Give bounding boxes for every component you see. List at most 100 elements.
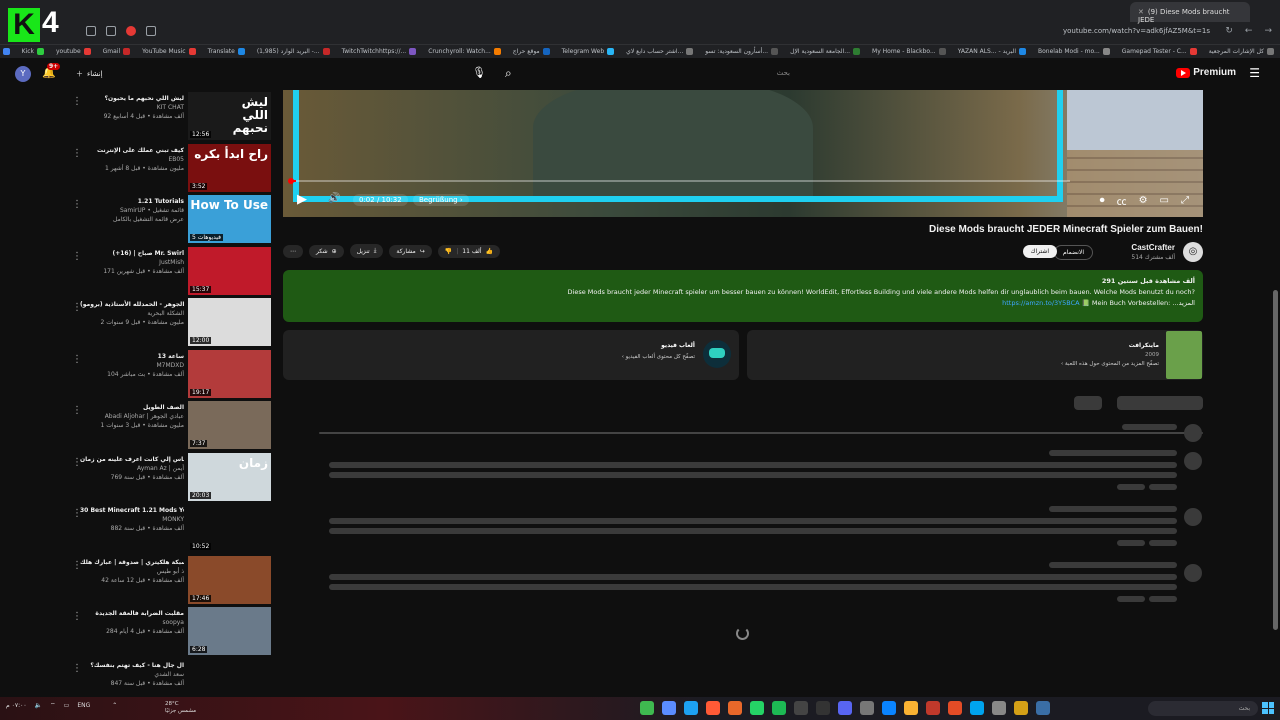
tab-active[interactable]: ✕ (9) Diese Mods braucht JEDE [1130, 2, 1250, 24]
bookmark-item[interactable]: TwitchTwitchhttps://... [342, 48, 417, 55]
more-options-icon[interactable]: ⋮ [72, 148, 82, 158]
progress-bar[interactable] [288, 178, 1070, 184]
related-thumbnail[interactable] [188, 658, 271, 690]
bookmark-item[interactable]: Gmail [103, 48, 131, 55]
clock[interactable]: ٠٧:٠٠ م [6, 702, 27, 709]
bookmark-item[interactable]: Google [0, 48, 10, 55]
related-thumbnail[interactable]: 10:52 [188, 504, 271, 552]
youtube-logo[interactable]: Premium [1176, 67, 1236, 78]
gaming-link[interactable]: ‹ تصفّح كل محتوى ألعاب الفيديو [622, 354, 695, 360]
wifi-icon[interactable]: ⌔ [50, 701, 56, 709]
related-thumbnail[interactable]: 6:28 [188, 607, 271, 655]
autoplay-toggle[interactable]: ⏺ [1100, 195, 1105, 206]
tab-workspaces-icon[interactable] [106, 26, 116, 36]
more-options-icon[interactable]: ⋮ [72, 663, 82, 673]
volume-icon[interactable]: 🔊 [328, 193, 340, 204]
weather-widget[interactable]: 28°C مشمس جزئيًا [165, 701, 196, 715]
create-button[interactable]: ＋ إنشاء [70, 66, 109, 82]
bookmark-item[interactable]: Bonelab Modi - mo... [1038, 48, 1110, 55]
taskbar-app-icon[interactable] [1036, 701, 1050, 715]
like-dislike-button[interactable]: 👎 | 11 ألف 👍 [437, 244, 501, 258]
channel-name[interactable]: CastCrafter [1131, 243, 1175, 252]
battery-icon[interactable]: ▭ [64, 702, 70, 709]
microphone-icon[interactable]: 🎙 [472, 66, 486, 79]
taskbar-app-icon[interactable] [794, 701, 808, 715]
related-thumbnail[interactable]: 12:00 [188, 298, 271, 346]
related-video-item[interactable]: ⋮ كيف تبني عملك على الإنترنت EB05 1 مليون م… [70, 142, 275, 194]
related-video-item[interactable]: ⋮ (+16) | صباح Mr. Swirl JustMish 171 ألف م… [70, 245, 275, 297]
related-thumbnail[interactable]: ليش اللي نحبهم 12:56 [188, 92, 271, 140]
more-options-icon[interactable]: ⋮ [72, 354, 82, 364]
more-options-icon[interactable]: ⋮ [72, 303, 82, 313]
related-video-item[interactable]: ⋮30 Best Minecraft 1.21 Mods You Need to… [70, 502, 275, 554]
related-thumbnail[interactable]: زمان 20:03 [188, 452, 271, 501]
chapter-button[interactable]: Begrüßung › [413, 194, 469, 206]
subtitles-icon[interactable]: ㏄ [1117, 193, 1127, 208]
bookmark-item[interactable]: YouTube Music [142, 48, 196, 55]
related-thumbnail[interactable]: 19:17 [188, 349, 271, 398]
description-box[interactable]: 291 ألف مشاهدة قبل سنتين Diese Mods brau… [283, 270, 1203, 322]
more-options-icon[interactable]: ⋮ [72, 560, 82, 570]
bookmark-item[interactable]: Crunchyroll: Watch... [428, 48, 501, 55]
bookmark-item[interactable]: Telegram Web [562, 48, 615, 55]
taskbar-app-icon[interactable] [838, 701, 852, 715]
thanks-button[interactable]: شكر ⊕ [309, 244, 344, 258]
taskbar-app-icon[interactable] [684, 701, 698, 715]
taskbar-search[interactable]: بحث [1148, 701, 1258, 716]
bookmark-item[interactable]: أسأرون السعودية: تسو... [705, 48, 779, 55]
related-video-item[interactable]: ⋮ ال جال هنا - كيف تهتم بنفسك؟ سعد الشدي 84… [70, 657, 275, 690]
bookmark-item[interactable]: (1,985) البريد الوارد -... [257, 48, 330, 55]
taskbar-app-icon[interactable] [948, 701, 962, 715]
settings-icon[interactable]: ⚙ [1139, 195, 1148, 206]
taskbar-app-icon[interactable] [816, 701, 830, 715]
miniplayer-icon[interactable]: ▭ [1160, 195, 1169, 206]
bookmark-item[interactable]: My Home - Blackbo... [872, 48, 946, 55]
play-button[interactable]: ▶ [297, 192, 307, 207]
back-icon[interactable]: ← [1245, 26, 1253, 36]
more-options-icon[interactable]: ⋮ [72, 509, 82, 519]
book-link[interactable]: https://amzn.to/3Y5BCA [1002, 299, 1080, 307]
close-tab-icon[interactable]: ✕ [1138, 8, 1144, 16]
taskbar-app-icon[interactable] [904, 701, 918, 715]
related-thumbnail[interactable]: 15:37 [188, 246, 271, 295]
dislike-icon[interactable]: 👎 [445, 248, 452, 255]
page-scrollbar[interactable] [1273, 290, 1278, 630]
related-video-item[interactable]: ⋮ الصف الطويل Abadi Aljohar | عبادي الجوهر… [70, 399, 275, 451]
related-thumbnail[interactable]: How To Use 5 فيديوهات [188, 195, 271, 243]
more-actions-button[interactable]: ⋯ [283, 244, 303, 258]
language-indicator[interactable]: ENG [77, 702, 90, 709]
related-video-item[interactable]: ⋮ 1.21 Tutorials SamirUP • قائمة تشغيل عرض … [70, 193, 275, 245]
bookmark-item[interactable]: Translate [208, 48, 245, 55]
related-thumbnail[interactable]: 17:46 [188, 555, 271, 604]
notifications-icon[interactable]: 🔔 9+ [42, 63, 61, 79]
game-link[interactable]: ‹ تصفّح المزيد من المحتوى حول هذه اللعبة [1061, 361, 1159, 367]
related-video-item[interactable]: ⋮ 13 ساعة M7MDXD 104 ألف مشاهدة • بث مباشر 1… [70, 348, 275, 400]
bookmark-item[interactable]: Kick [22, 48, 44, 55]
bookmark-item[interactable]: youtube [56, 48, 91, 55]
bookmark-item[interactable]: Gamepad Tester - C... [1122, 48, 1197, 55]
more-options-icon[interactable]: ⋮ [72, 457, 82, 467]
share-button[interactable]: مشاركة ↪ [389, 244, 432, 258]
download-button[interactable]: تنزيل ⤓ [349, 244, 384, 258]
taskbar-app-icon[interactable] [640, 701, 654, 715]
game-card[interactable]: ماينكرافت 2009 ‹ تصفّح المزيد من المحتوى… [747, 330, 1203, 380]
related-video-item[interactable]: ⋮السبكة هلكيتري | صدوقة | عبارك هلك !ذ أ… [70, 554, 275, 606]
taskbar-app-icon[interactable] [772, 701, 786, 715]
related-video-item[interactable]: ⋮وش فرق - عبادي الجوهر - الحمدلله الأستا… [70, 296, 275, 348]
avatar[interactable]: Y [15, 66, 31, 82]
windows-start-icon[interactable] [1262, 702, 1274, 714]
bookmark-item[interactable]: الجامعة السعودية الإل... [790, 48, 861, 55]
speaker-icon[interactable]: 🔈 [35, 702, 42, 709]
taskbar-app-icon[interactable] [860, 701, 874, 715]
taskbar-app-icon[interactable] [882, 701, 896, 715]
forward-icon[interactable]: → [1264, 26, 1272, 36]
more-options-icon[interactable]: ⋮ [72, 200, 82, 210]
fullscreen-icon[interactable]: ⤢ [1181, 195, 1189, 206]
menu-icon[interactable]: ☰ [1249, 66, 1260, 80]
reload-icon[interactable]: ↻ [1225, 26, 1233, 36]
tray-expand-icon[interactable]: ⌃ [112, 702, 117, 709]
gaming-card[interactable]: ألعاب فيديو ‹ تصفّح كل محتوى ألعاب الفيد… [283, 330, 739, 380]
progress-handle[interactable] [288, 178, 294, 184]
taskbar-app-icon[interactable] [662, 701, 676, 715]
more-options-icon[interactable]: ⋮ [72, 97, 82, 107]
